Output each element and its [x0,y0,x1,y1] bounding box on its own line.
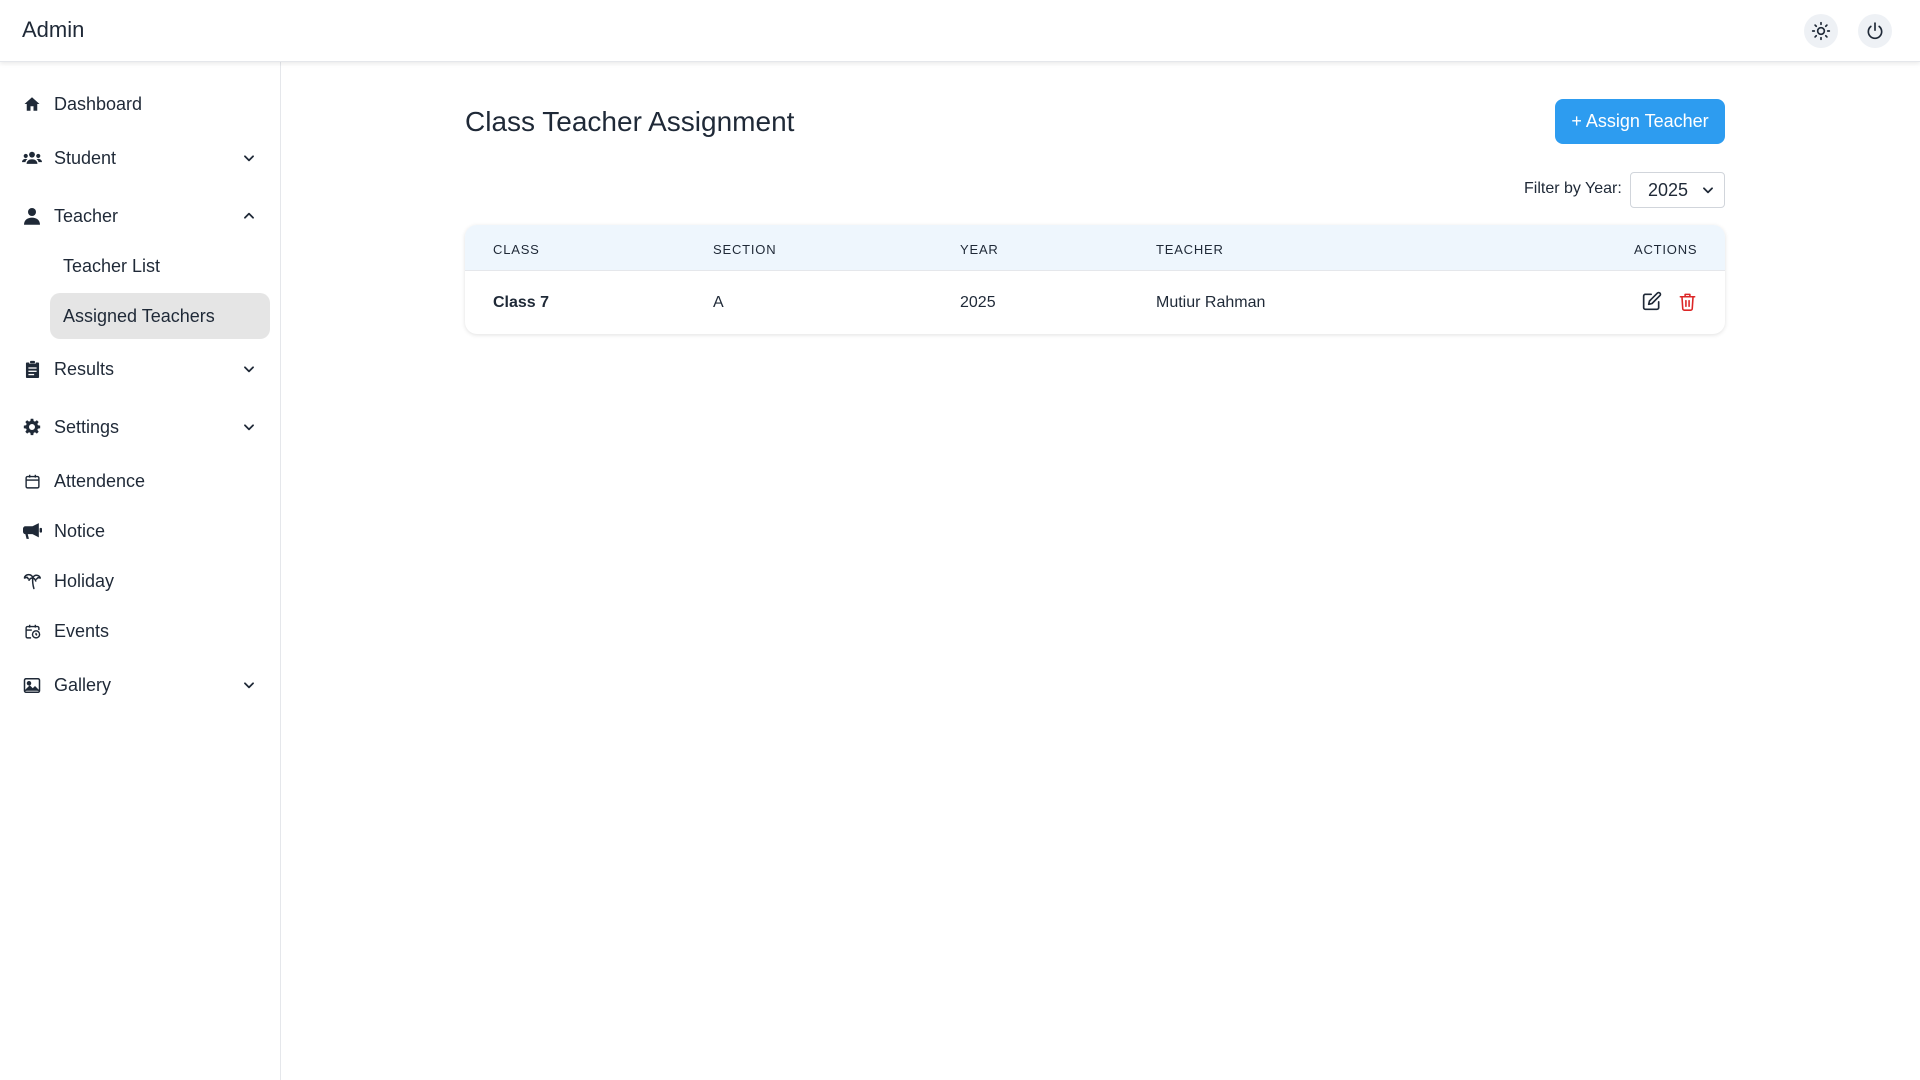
top-header: Admin [0,0,1920,62]
sidebar-item-label: Notice [54,520,106,541]
sidebar: Dashboard Student Teacher Teacher List A… [0,62,281,1080]
home-icon [22,94,42,114]
table-row: Class 7 A 2025 Mutiur Rahman [465,271,1725,334]
filter-year-label: Filter by Year: [1524,180,1622,197]
trash-icon [1679,293,1695,311]
gear-icon [22,417,42,437]
sidebar-item-holiday[interactable]: Holiday [0,561,281,601]
palm-tree-icon [22,571,42,591]
column-header-section: SECTION [713,242,777,257]
sidebar-item-settings[interactable]: Settings [0,407,281,447]
cell-year: 2025 [960,294,996,311]
sun-icon [1811,21,1831,41]
sidebar-item-label: Student [54,147,117,168]
sidebar-subitem-label: Teacher List [63,255,161,276]
logout-button[interactable] [1858,14,1892,48]
sidebar-item-notice[interactable]: Notice [0,511,281,551]
year-filter-value: 2025 [1648,179,1689,200]
theme-toggle-button[interactable] [1804,14,1838,48]
sidebar-subitem-label: Assigned Teachers [63,305,215,326]
chevron-down-icon [240,676,258,694]
column-header-year: YEAR [960,242,999,257]
sidebar-item-label: Settings [54,416,120,437]
sidebar-item-gallery[interactable]: Gallery [0,665,281,705]
megaphone-icon [22,521,42,541]
app-title: Admin [22,17,85,42]
edit-icon [1642,291,1662,311]
page-title: Class Teacher Assignment [465,106,795,137]
delete-button[interactable] [1676,290,1698,312]
chevron-up-icon [240,207,258,225]
sidebar-item-dashboard[interactable]: Dashboard [0,84,281,124]
sidebar-item-events[interactable]: Events [0,611,281,651]
chevron-down-icon [240,360,258,378]
chevron-down-icon [1703,187,1713,194]
calendar-icon [22,471,42,491]
table-header: CLASS SECTION YEAR TEACHER ACTIONS [465,225,1725,271]
sidebar-item-label: Attendence [54,470,146,491]
sidebar-subitem-teacher-list[interactable]: Teacher List [50,243,270,289]
chevron-down-icon [240,149,258,167]
sidebar-item-label: Events [54,620,110,641]
sidebar-item-student[interactable]: Student [0,138,281,178]
column-header-teacher: TEACHER [1156,242,1224,257]
cell-section: A [713,294,724,311]
power-icon [1867,22,1883,40]
assignment-table: CLASS SECTION YEAR TEACHER ACTIONS Class… [465,225,1725,334]
image-icon [22,675,42,695]
column-header-actions: ACTIONS [1634,242,1698,257]
sidebar-item-results[interactable]: Results [0,349,281,389]
sidebar-item-label: Teacher [54,205,119,226]
cell-class: Class 7 [493,294,550,311]
users-icon [22,148,42,168]
chevron-down-icon [240,418,258,436]
clipboard-icon [22,359,42,379]
column-header-class: CLASS [493,242,540,257]
sidebar-subitem-assigned-teachers[interactable]: Assigned Teachers [50,293,270,339]
sidebar-item-attendence[interactable]: Attendence [0,461,281,501]
calendar-clock-icon [22,621,42,641]
cell-teacher: Mutiur Rahman [1156,294,1266,311]
sidebar-item-label: Gallery [54,674,112,695]
year-filter-select[interactable]: 2025 [1630,172,1725,208]
sidebar-item-label: Holiday [54,570,115,591]
sidebar-item-teacher[interactable]: Teacher [0,196,281,236]
sidebar-item-label: Results [54,358,115,379]
assign-teacher-button[interactable]: + Assign Teacher [1555,99,1725,144]
edit-button[interactable] [1641,290,1663,312]
sidebar-item-label: Dashboard [54,93,143,114]
user-icon [22,206,42,226]
